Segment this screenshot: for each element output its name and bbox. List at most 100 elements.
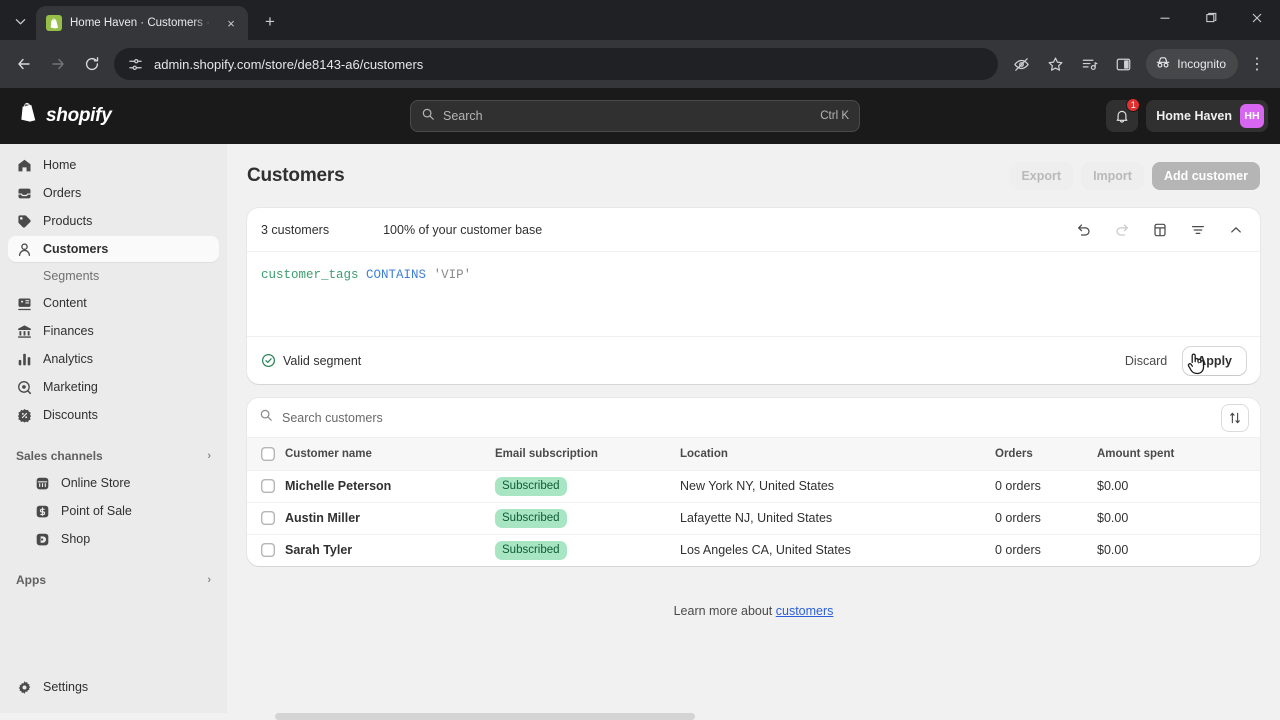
column-customer-name[interactable]: Customer name	[285, 438, 495, 470]
back-icon[interactable]	[8, 48, 40, 80]
sidebar-item-online-store[interactable]: Online Store	[8, 470, 219, 496]
sidebar-section-apps[interactable]: Apps ›	[8, 566, 219, 594]
query-value-token: 'VIP'	[433, 268, 472, 282]
sidebar-item-products[interactable]: Products	[8, 208, 219, 234]
global-search[interactable]: Search Ctrl K	[410, 100, 860, 132]
scrollbar-thumb[interactable]	[275, 713, 695, 720]
sidebar-item-label: Finances	[43, 324, 94, 338]
page-settings-icon[interactable]	[126, 55, 144, 73]
chevron-right-icon: ›	[207, 450, 211, 462]
forward-icon[interactable]	[42, 48, 74, 80]
column-location[interactable]: Location	[680, 438, 995, 470]
notifications-button[interactable]: 1	[1106, 98, 1141, 132]
chevron-right-icon: ›	[207, 574, 211, 586]
column-amount-spent[interactable]: Amount spent	[1097, 438, 1260, 470]
reload-icon[interactable]	[76, 48, 108, 80]
hide-password-icon[interactable]	[1006, 49, 1036, 79]
table-row[interactable]: Sarah Tyler Subscribed Los Angeles CA, U…	[247, 533, 1260, 566]
cell-location: Los Angeles CA, United States	[680, 533, 995, 566]
browser-tab[interactable]: Home Haven · Customers · Sho ×	[36, 6, 248, 40]
table-search-bar[interactable]: Search customers	[247, 398, 1260, 438]
customers-help-link[interactable]: customers	[776, 604, 834, 618]
sidebar-item-segments[interactable]: Segments	[8, 264, 219, 288]
column-orders[interactable]: Orders	[995, 438, 1097, 470]
select-all-checkbox[interactable]	[261, 446, 275, 461]
template-panel-icon[interactable]	[1150, 220, 1170, 240]
close-window-icon[interactable]	[1234, 0, 1280, 36]
tab-title: Home Haven · Customers · Sho	[70, 17, 214, 29]
search-customers-input[interactable]: Search customers	[282, 411, 1213, 425]
new-tab-button[interactable]: +	[256, 8, 284, 36]
close-icon[interactable]: ×	[222, 14, 240, 32]
search-shortcut-hint: Ctrl K	[820, 110, 849, 122]
sidebar-item-label: Content	[43, 296, 87, 310]
sidebar-item-settings[interactable]: Settings	[8, 674, 219, 700]
customers-table-card: Search customers Customer name Email sub…	[247, 398, 1260, 566]
browser-window: Home Haven · Customers · Sho × +	[0, 0, 1280, 720]
select-all-cell[interactable]	[247, 438, 285, 470]
search-input[interactable]: Search	[443, 109, 812, 123]
import-button[interactable]: Import	[1081, 162, 1144, 190]
address-bar[interactable]: admin.shopify.com/store/de8143-a6/custom…	[114, 48, 999, 80]
table-row[interactable]: Michelle Peterson Subscribed New York NY…	[247, 469, 1260, 502]
home-icon	[16, 157, 33, 174]
chevron-up-icon[interactable]	[1226, 220, 1246, 240]
cell-email-subscription: Subscribed	[495, 469, 680, 502]
app-body: Home Orders Products Customers Segments	[0, 144, 1280, 720]
segment-editor-card: 3 customers 100% of your customer base c…	[247, 208, 1260, 384]
discard-button[interactable]: Discard	[1119, 354, 1173, 368]
sidebar-item-home[interactable]: Home	[8, 152, 219, 178]
sidebar-section-sales-channels[interactable]: Sales channels ›	[8, 442, 219, 470]
incognito-label: Incognito	[1177, 57, 1226, 71]
sort-arrows-icon[interactable]	[1222, 405, 1248, 431]
sidebar-item-discounts[interactable]: Discounts	[8, 402, 219, 428]
sidebar-item-label: Marketing	[43, 380, 98, 394]
discount-badge-icon	[16, 407, 33, 424]
sidebar-item-marketing[interactable]: Marketing	[8, 374, 219, 400]
browser-menu-icon[interactable]: ⋮	[1242, 49, 1272, 79]
shopify-logo[interactable]: shopify	[12, 102, 112, 130]
row-select-cell[interactable]	[247, 501, 285, 534]
cell-customer-name[interactable]: Austin Miller	[285, 501, 495, 534]
incognito-icon	[1155, 55, 1171, 74]
column-email-subscription[interactable]: Email subscription	[495, 438, 680, 470]
sidebar-item-shop[interactable]: Shop	[8, 526, 219, 552]
tab-search-button[interactable]	[6, 7, 34, 35]
sidebar-item-label: Orders	[43, 186, 82, 200]
minimize-icon[interactable]	[1142, 0, 1188, 36]
redo-icon[interactable]	[1112, 220, 1132, 240]
sidebar-item-analytics[interactable]: Analytics	[8, 346, 219, 372]
segment-query-editor[interactable]: customer_tags CONTAINS 'VIP'	[247, 252, 1260, 336]
sidebar-section-label: Sales channels	[16, 449, 103, 463]
row-select-cell[interactable]	[247, 469, 285, 502]
incognito-indicator[interactable]: Incognito	[1146, 49, 1238, 79]
store-menu-button[interactable]: Home Haven HH	[1146, 100, 1268, 132]
toolbar-actions: Incognito ⋮	[1006, 49, 1272, 79]
segment-footer: Valid segment Discard Apply	[247, 336, 1260, 384]
cell-email-subscription: Subscribed	[495, 533, 680, 566]
row-checkbox[interactable]	[261, 479, 275, 493]
status-badge: Subscribed	[495, 540, 567, 560]
bookmark-star-icon[interactable]	[1040, 49, 1070, 79]
sidebar-item-customers[interactable]: Customers	[8, 236, 219, 262]
apply-button[interactable]: Apply	[1183, 346, 1246, 375]
row-checkbox[interactable]	[261, 543, 275, 558]
export-button[interactable]: Export	[1009, 162, 1074, 190]
filter-icon[interactable]	[1188, 220, 1208, 240]
row-checkbox[interactable]	[261, 511, 275, 525]
sidebar-item-orders[interactable]: Orders	[8, 180, 219, 206]
add-customer-button[interactable]: Add customer	[1151, 162, 1260, 190]
reading-list-icon[interactable]	[1074, 49, 1104, 79]
table-row[interactable]: Austin Miller Subscribed Lafayette NJ, U…	[247, 501, 1260, 534]
undo-icon[interactable]	[1074, 220, 1094, 240]
row-select-cell[interactable]	[247, 533, 285, 566]
sidebar-item-point-of-sale[interactable]: Point of Sale	[8, 498, 219, 524]
sidebar-item-finances[interactable]: Finances	[8, 318, 219, 344]
side-panel-icon[interactable]	[1108, 49, 1138, 79]
maximize-icon[interactable]	[1188, 0, 1234, 36]
sidebar-item-label: Home	[43, 158, 77, 172]
cell-customer-name[interactable]: Michelle Peterson	[285, 469, 495, 502]
cell-customer-name[interactable]: Sarah Tyler	[285, 533, 495, 566]
horizontal-scrollbar[interactable]	[0, 713, 1280, 720]
sidebar-item-content[interactable]: Content	[8, 290, 219, 316]
